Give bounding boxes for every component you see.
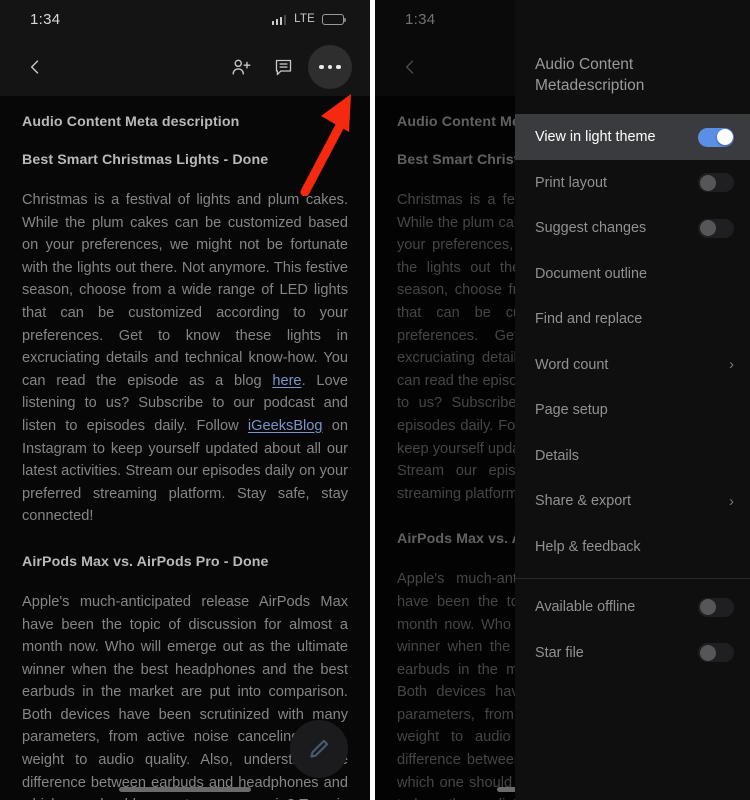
status-bar: 1:34 LTE — [0, 0, 370, 38]
menu-item-page-setup[interactable]: Page setup — [515, 388, 750, 434]
menu-item-label: Star file — [535, 644, 584, 661]
comment-icon — [275, 59, 291, 75]
menu-item-details[interactable]: Details — [515, 433, 750, 479]
comment-button[interactable] — [262, 46, 304, 88]
menu-item-star-file[interactable]: Star file — [515, 630, 750, 676]
toggle-knob — [699, 174, 716, 191]
toggle-knob — [699, 644, 716, 661]
menu-item-document-outline[interactable]: Document outline — [515, 251, 750, 297]
back-chevron-icon — [30, 60, 39, 74]
section-heading: Best Smart Christmas Lights - Done — [22, 152, 269, 168]
menu-item-print-layout[interactable]: Print layout — [515, 160, 750, 206]
status-bar-clock: 1:34 — [405, 10, 436, 28]
suggest-changes-toggle[interactable] — [698, 218, 734, 238]
menu-document-title: Audio Content Metadescription — [535, 56, 645, 94]
phone-screen-options-menu: 1:34 LTE Audio Content Meta description … — [375, 0, 750, 800]
app-toolbar — [0, 38, 370, 96]
document-title: Audio Content Meta description — [22, 114, 240, 130]
available-offline-toggle[interactable] — [698, 597, 734, 617]
menu-item-available-offline[interactable]: Available offline — [515, 585, 750, 631]
menu-item-label: Document outline — [535, 265, 647, 282]
section-paragraph: Christmas is a festival of lights and pl… — [22, 189, 348, 528]
section-heading: AirPods Max vs. AirPods Pro - Done — [22, 553, 269, 570]
menu-item-label: Find and replace — [535, 311, 643, 328]
toggle-knob — [716, 129, 733, 145]
pencil-edit-icon — [310, 739, 329, 758]
menu-item-share-export[interactable]: Share & export › — [515, 479, 750, 525]
star-file-toggle[interactable] — [698, 643, 734, 663]
signal-bars-icon — [271, 14, 287, 25]
network-type-label: LTE — [294, 13, 315, 25]
menu-item-label: Share & export — [535, 493, 631, 510]
menu-item-label: View in light theme — [535, 129, 656, 145]
status-bar-clock: 1:34 — [30, 10, 61, 28]
paragraph-text: Christmas is a festival of lights and pl… — [22, 192, 348, 389]
menu-item-label: Available offline — [535, 599, 636, 616]
status-bar-indicators: LTE — [271, 13, 347, 25]
battery-icon — [322, 13, 347, 25]
menu-item-label: Print layout — [535, 174, 607, 191]
igeeksblog-link[interactable]: iGeeksBlog — [248, 418, 323, 434]
options-menu-panel: Audio Content Metadescription View in li… — [515, 0, 750, 800]
blog-link[interactable]: here — [272, 373, 301, 389]
home-indicator — [119, 787, 251, 792]
more-options-button[interactable] — [308, 45, 352, 89]
chevron-right-icon: › — [729, 492, 734, 510]
menu-item-word-count[interactable]: Word count › — [515, 342, 750, 388]
menu-divider — [515, 577, 750, 579]
menu-item-label: Help & feedback — [535, 538, 641, 555]
back-chevron-icon — [405, 60, 414, 74]
phone-screen-document-view: 1:34 LTE Audio Content Meta description … — [0, 0, 370, 800]
add-person-button[interactable] — [220, 46, 262, 88]
menu-item-label: Word count — [535, 356, 609, 373]
menu-item-view-in-light-theme[interactable]: View in light theme — [515, 114, 750, 160]
back-button[interactable] — [389, 46, 431, 88]
menu-item-find-and-replace[interactable]: Find and replace — [515, 297, 750, 343]
view-in-light-theme-toggle[interactable] — [698, 127, 734, 147]
chevron-right-icon: › — [729, 356, 734, 374]
back-button[interactable] — [14, 46, 56, 88]
toggle-knob — [699, 599, 716, 616]
menu-item-label: Details — [535, 447, 579, 464]
document-content[interactable]: Audio Content Meta description Best Smar… — [0, 96, 370, 800]
comparison-screenshot: 1:34 LTE Audio Content Meta description … — [0, 0, 750, 800]
print-layout-toggle[interactable] — [698, 173, 734, 193]
toggle-knob — [699, 220, 716, 237]
person-add-icon — [232, 59, 251, 75]
menu-item-help-feedback[interactable]: Help & feedback — [515, 524, 750, 570]
more-options-icon — [319, 64, 341, 70]
menu-item-label: Page setup — [535, 402, 608, 419]
menu-item-label: Suggest changes — [535, 220, 647, 237]
menu-item-suggest-changes[interactable]: Suggest changes — [515, 206, 750, 252]
edit-fab-button[interactable] — [290, 720, 348, 778]
menu-item-list: View in light theme Print layout Suggest c… — [515, 114, 750, 800]
